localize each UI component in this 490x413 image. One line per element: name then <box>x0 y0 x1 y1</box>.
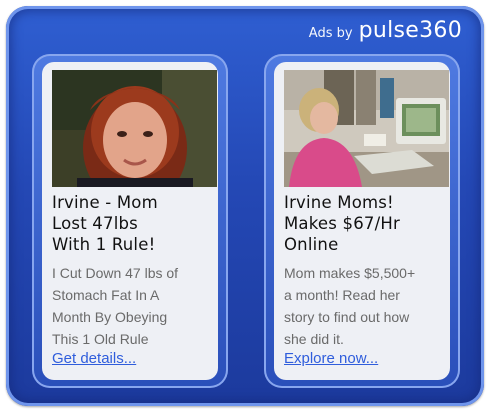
ad-1-thumbnail[interactable] <box>52 70 217 187</box>
ad-1-headline[interactable]: Irvine - Mom Lost 47lbs With 1 Rule! <box>52 192 222 255</box>
ad-2-cta-link[interactable]: Explore now... <box>284 350 378 367</box>
ads-by-attribution[interactable]: Ads by pulse360 <box>309 20 462 42</box>
ad-2-thumbnail[interactable] <box>284 70 449 187</box>
woman-portrait-image <box>52 70 217 187</box>
ad-1-cta-link[interactable]: Get details... <box>52 350 136 367</box>
woman-at-computer-image <box>284 70 449 187</box>
ad-2-description: Mom makes $5,500+ a month! Read her stor… <box>284 265 416 347</box>
ads-by-label: Ads by <box>308 26 353 41</box>
ad-card-1-body: Irvine - Mom Lost 47lbs With 1 Rule! I C… <box>42 62 218 380</box>
ad-2-headline[interactable]: Irvine Moms! Makes $67/Hr Online <box>284 192 454 255</box>
ad-card-2[interactable]: Irvine Moms! Makes $67/Hr Online Mom mak… <box>264 54 460 388</box>
ad-1-description: I Cut Down 47 lbs of Stomach Fat In A Mo… <box>52 265 179 347</box>
pulse360-logo[interactable]: pulse360 <box>359 20 462 42</box>
ad-card-2-body: Irvine Moms! Makes $67/Hr Online Mom mak… <box>274 62 450 380</box>
ad-card-1[interactable]: Irvine - Mom Lost 47lbs With 1 Rule! I C… <box>32 54 228 388</box>
